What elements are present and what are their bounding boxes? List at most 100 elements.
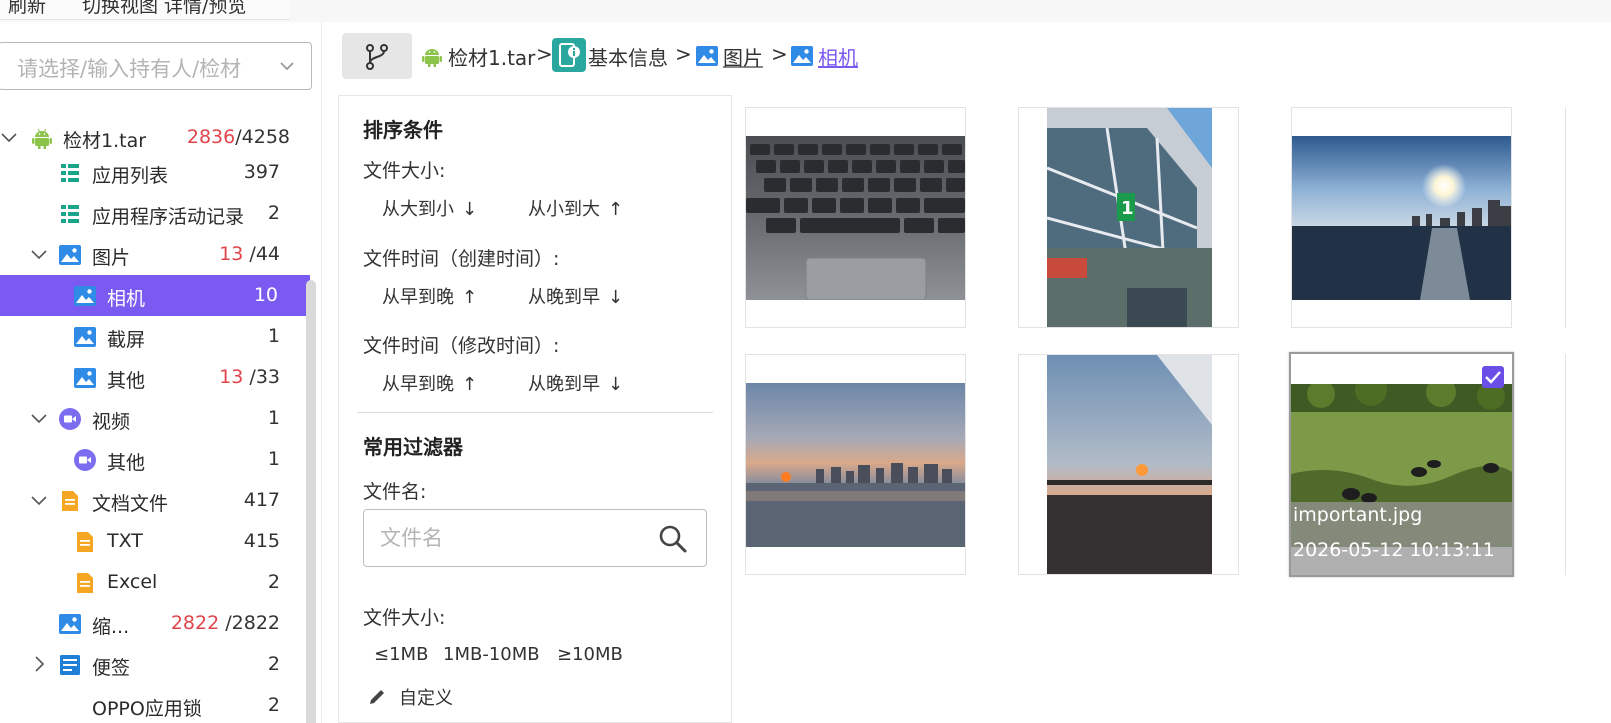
chevron-down-icon[interactable] xyxy=(30,491,48,509)
chevron-down-icon[interactable] xyxy=(30,245,48,263)
tree-node-app-activity[interactable]: 应用程序活动记录 2 xyxy=(0,193,312,234)
breadcrumb-label: 基本信息 xyxy=(588,46,668,70)
tree-node-excel[interactable]: Excel 2 xyxy=(0,562,312,603)
tree-node-oppo-app-lock[interactable]: OPPO应用锁 2 xyxy=(0,685,312,723)
branch-icon xyxy=(366,44,388,70)
tree-node-pictures[interactable]: 图片 13 /44 xyxy=(0,234,312,275)
document-icon xyxy=(77,573,93,593)
branch-button[interactable] xyxy=(342,33,412,79)
tree-node-label: 便签 xyxy=(92,657,131,679)
android-icon xyxy=(32,128,52,149)
tree-node-label: 视频 xyxy=(92,411,131,433)
breadcrumb-separator: > xyxy=(536,42,553,66)
tree-node-label: Excel xyxy=(107,571,158,593)
list-icon xyxy=(61,164,79,182)
photo-thumbnail[interactable] xyxy=(745,107,966,328)
tree-node-camera[interactable]: 相机 10 xyxy=(0,275,310,316)
photo-thumbnail-partial[interactable] xyxy=(1565,107,1611,328)
arrow-up-icon: ↑ xyxy=(608,199,624,220)
tree-node-count: 2 xyxy=(267,694,280,716)
document-icon xyxy=(77,532,93,552)
photo-filename: important.jpg xyxy=(1293,504,1423,526)
size-filter-medium[interactable]: 1MB-10MB xyxy=(443,644,540,665)
photo-thumbnail-selected[interactable]: important.jpg 2026-05-12 10:13:11 xyxy=(1289,352,1514,577)
filter-panel: 排序条件 文件大小: 从大到小 ↓ 从小到大 ↑ 文件时间（创建时间）: 从早到晚 ↑… xyxy=(338,95,732,723)
tree-node-txt[interactable]: TXT 415 xyxy=(0,521,312,562)
size-filter-large[interactable]: ≥10MB xyxy=(557,644,623,665)
photo-thumbnail[interactable] xyxy=(1018,354,1239,575)
sidebar-scrollbar[interactable] xyxy=(306,280,316,723)
breadcrumb-label: 相机 xyxy=(818,46,858,70)
video-icon xyxy=(74,449,96,471)
image-icon xyxy=(59,245,81,265)
search-icon[interactable] xyxy=(658,524,688,554)
tree-node-video[interactable]: 视频 1 xyxy=(0,398,312,439)
photo-thumbnail[interactable] xyxy=(1291,107,1512,328)
sort-size-asc-option[interactable]: 从小到大 ↑ xyxy=(528,195,623,221)
tree-node-notes[interactable]: 便签 2 xyxy=(0,644,312,685)
photo-thumbnail[interactable] xyxy=(745,354,966,575)
tree-node-documents[interactable]: 文档文件 417 xyxy=(0,480,312,521)
video-icon xyxy=(59,408,81,430)
chevron-right-icon[interactable] xyxy=(30,655,48,673)
sort-ctime-asc-option[interactable]: 从早到晚 ↑ xyxy=(382,283,477,309)
tree-node-app-list[interactable]: 应用列表 397 xyxy=(0,152,312,193)
switch-view-button[interactable]: 切换视图 详情/预览 xyxy=(82,0,246,18)
refresh-button[interactable]: 刷新 xyxy=(8,0,46,18)
tree-node-label: 应用程序活动记录 xyxy=(92,206,245,228)
common-filter-title: 常用过滤器 xyxy=(363,435,463,459)
arrow-down-icon: ↓ xyxy=(608,287,624,308)
sort-file-size-label: 文件大小: xyxy=(363,160,446,182)
tree-node-label: 图片 xyxy=(92,247,131,269)
filename-field[interactable] xyxy=(363,509,707,567)
size-filter-small[interactable]: ≤1MB xyxy=(374,644,428,665)
pencil-icon xyxy=(370,690,384,704)
info-icon xyxy=(552,38,586,72)
owner-select[interactable]: 请选择/输入持有人/检材 xyxy=(0,42,312,90)
sunset-lake-photo xyxy=(746,383,965,547)
breadcrumb-basic-info[interactable]: 基本信息 xyxy=(552,38,672,72)
photo-thumbnail-partial[interactable] xyxy=(1565,354,1611,575)
filename-label: 文件名: xyxy=(363,481,427,503)
breadcrumb-separator: > xyxy=(675,42,692,66)
tree-node-label: 其他 xyxy=(107,452,146,474)
svg-text:1: 1 xyxy=(1121,198,1134,219)
sort-mtime-label: 文件时间（修改时间）: xyxy=(363,335,560,357)
chevron-down-icon[interactable] xyxy=(0,128,18,146)
photo-thumbnail[interactable]: 1 xyxy=(1018,107,1239,328)
image-icon xyxy=(74,368,96,388)
lake-sun-photo xyxy=(1292,136,1511,300)
tree-node-label: 检材1.tar xyxy=(63,130,147,152)
divider xyxy=(357,412,713,413)
arrow-down-icon: ↓ xyxy=(462,199,478,220)
tree-node-picture-other[interactable]: 其他 13 /33 xyxy=(0,357,312,398)
breadcrumb-label: 图片 xyxy=(723,46,763,70)
sidebar: 请选择/输入持有人/检材 检材1.tar 2836/4258 应用列表 397 … xyxy=(0,22,322,723)
selected-checkbox[interactable] xyxy=(1482,366,1504,388)
sort-mtime-desc-option[interactable]: 从晚到早 ↓ xyxy=(528,370,623,396)
image-icon xyxy=(74,286,96,306)
filename-input[interactable] xyxy=(380,523,640,553)
tree-node-label: TXT xyxy=(107,530,143,552)
tree-node-count: 1 xyxy=(267,448,280,470)
sort-mtime-asc-option[interactable]: 从早到晚 ↑ xyxy=(382,370,477,396)
building-photo: 1 xyxy=(1047,108,1212,327)
tree-node-count: 1 xyxy=(267,325,280,347)
tree-node-video-other[interactable]: 其他 1 xyxy=(0,439,312,480)
image-icon xyxy=(59,614,81,634)
tree-node-screenshot[interactable]: 截屏 1 xyxy=(0,316,312,357)
tree-node-label: 文档文件 xyxy=(92,493,169,515)
sort-ctime-label: 文件时间（创建时间）: xyxy=(363,248,560,270)
sort-size-desc-option[interactable]: 从大到小 ↓ xyxy=(382,195,477,221)
android-icon xyxy=(422,49,442,67)
tree-node-label: 截屏 xyxy=(107,329,146,351)
tree-node-count: 13 /33 xyxy=(219,366,280,388)
tree-node-count: 415 xyxy=(243,530,280,552)
breadcrumb-camera[interactable]: 相机 xyxy=(790,42,862,72)
tree-node-thumbnail[interactable]: 缩... 2822 /2822 xyxy=(0,603,312,644)
breadcrumb-evidence[interactable]: 检材1.tar xyxy=(420,42,540,72)
chevron-down-icon[interactable] xyxy=(30,409,48,427)
sort-ctime-desc-option[interactable]: 从晚到早 ↓ xyxy=(528,283,623,309)
image-icon xyxy=(74,327,96,347)
breadcrumb-pictures[interactable]: 图片 xyxy=(695,42,767,72)
